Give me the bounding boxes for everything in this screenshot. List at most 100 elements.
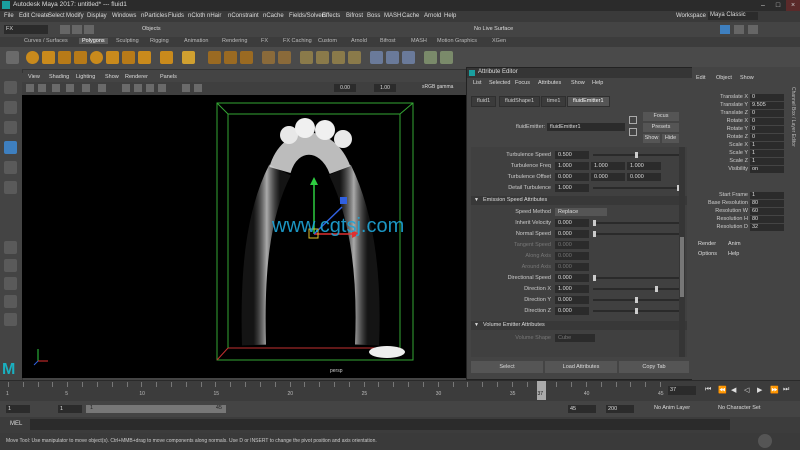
- emission-speed-section-header[interactable]: ▼ Emission Speed Attributes: [471, 196, 687, 205]
- channel-row[interactable]: Rotate Y0: [692, 126, 788, 134]
- scrollbar-thumb[interactable]: [680, 237, 684, 297]
- playback-end-field[interactable]: 45: [568, 405, 596, 413]
- shelf-tab-xgen[interactable]: XGen: [492, 38, 506, 44]
- wireframe-icon[interactable]: [122, 84, 130, 92]
- channel-value[interactable]: 1: [750, 150, 784, 157]
- new-scene-icon[interactable]: [60, 25, 70, 34]
- menu-effects[interactable]: Effects: [322, 13, 340, 19]
- step-forward-key-icon[interactable]: ⏩: [770, 386, 779, 394]
- character-set-select[interactable]: No Character Set: [718, 405, 761, 411]
- channel-row[interactable]: Translate Y 9.505: [692, 102, 788, 110]
- ae-tab-time1[interactable]: time1: [541, 96, 567, 107]
- extrude-icon[interactable]: [300, 51, 313, 64]
- channel-row[interactable]: Resolution W 60: [692, 208, 788, 216]
- camera-select-icon[interactable]: [26, 84, 34, 92]
- film-gate-icon[interactable]: [98, 84, 106, 92]
- ae-menu-help[interactable]: Help: [592, 80, 603, 86]
- gamma-field[interactable]: 1.00: [374, 84, 396, 92]
- menu-ncache[interactable]: nCache: [263, 13, 284, 19]
- shelf-tab-arnold[interactable]: Arnold: [351, 38, 367, 44]
- paint-select-icon[interactable]: [4, 121, 17, 134]
- exposure-field[interactable]: 0.00: [334, 84, 356, 92]
- menu-edit[interactable]: Edit: [19, 13, 29, 19]
- combine-icon[interactable]: [208, 51, 221, 64]
- turbulence-freq-y-field[interactable]: 1.000: [591, 162, 625, 170]
- turbulence-offset-z-field[interactable]: 0.000: [627, 173, 661, 181]
- play-backwards-icon[interactable]: ◁: [744, 386, 749, 394]
- menu-mash[interactable]: MASH: [384, 13, 401, 19]
- channel-value[interactable]: 0: [750, 126, 784, 133]
- channel-value[interactable]: 60: [750, 208, 784, 215]
- isolate-select-icon[interactable]: [194, 84, 202, 92]
- turbulence-offset-x-field[interactable]: 0.000: [555, 173, 589, 181]
- hide-button[interactable]: Hide: [662, 134, 679, 143]
- poly-cube-icon[interactable]: [42, 51, 55, 64]
- direction-y-slider[interactable]: [593, 297, 679, 303]
- bridge-icon[interactable]: [316, 51, 329, 64]
- shelf-tab-curves-surfaces[interactable]: Curves / Surfaces: [24, 38, 68, 44]
- menu-display[interactable]: Display: [87, 13, 107, 19]
- channel-box-menu-edit[interactable]: Edit: [696, 75, 705, 81]
- uv-editor-icon[interactable]: [424, 51, 437, 64]
- menu-nparticles[interactable]: nParticles: [141, 13, 167, 19]
- menu-cache[interactable]: Cache: [402, 13, 419, 19]
- svg-icon[interactable]: [182, 51, 195, 64]
- workspace-select[interactable]: Maya Classic: [708, 12, 758, 20]
- turbulence-speed-field[interactable]: 0.500: [555, 151, 589, 159]
- channel-value[interactable]: 0: [750, 110, 784, 117]
- channel-value[interactable]: 0: [750, 134, 784, 141]
- mel-input[interactable]: [30, 419, 730, 430]
- inherit-velocity-slider[interactable]: [593, 220, 679, 226]
- single-perspective-layout-icon[interactable]: [4, 241, 17, 254]
- planar-map-icon[interactable]: [440, 51, 453, 64]
- persp-graph-layout-icon[interactable]: [4, 295, 17, 308]
- channel-value[interactable]: 1: [750, 192, 784, 199]
- layer-menu-help[interactable]: Help: [728, 251, 739, 257]
- toggle-attribute-editor-icon[interactable]: [720, 25, 730, 34]
- inherit-velocity-field[interactable]: 0.000: [555, 219, 589, 227]
- ae-tab-fluidshape1[interactable]: fluidShape1: [499, 96, 541, 107]
- shelf-tab-motion-graphics[interactable]: Motion Graphics: [437, 38, 477, 44]
- shelf-tab-custom[interactable]: Custom: [318, 38, 337, 44]
- persp-outliner-layout-icon[interactable]: [4, 277, 17, 290]
- ae-tab-fluid1[interactable]: fluid1: [471, 96, 497, 107]
- menu-ncloth[interactable]: nCloth: [188, 13, 205, 19]
- emitter-disc[interactable]: [369, 346, 405, 358]
- fill-hole-icon[interactable]: [348, 51, 361, 64]
- copy-tab-button[interactable]: Copy Tab: [619, 361, 689, 373]
- current-frame-field[interactable]: 37: [668, 386, 696, 395]
- presets-button[interactable]: Presets: [643, 123, 679, 132]
- viewport-menu-panels[interactable]: Panels: [160, 74, 177, 80]
- channel-box-menu-object[interactable]: Object: [716, 75, 732, 81]
- channel-box-menu-show[interactable]: Show: [740, 75, 754, 81]
- menu-arnold[interactable]: Arnold: [424, 13, 441, 19]
- playback-start-field[interactable]: 1: [58, 405, 82, 413]
- channel-value[interactable]: 32: [750, 224, 784, 231]
- shelf-tab-fx[interactable]: FX: [261, 38, 268, 44]
- node-name-field[interactable]: fluidEmitter1: [547, 123, 625, 131]
- lighting-icon[interactable]: [158, 84, 166, 92]
- turbulence-speed-slider[interactable]: [593, 152, 679, 158]
- step-back-key-icon[interactable]: ⏪: [718, 386, 727, 394]
- smooth-shade-icon[interactable]: [134, 84, 142, 92]
- grid-toggle-icon[interactable]: [82, 84, 90, 92]
- edge-loop-icon[interactable]: [402, 51, 415, 64]
- poly-cylinder-icon[interactable]: [58, 51, 71, 64]
- play-forwards-icon[interactable]: ▶: [757, 386, 762, 394]
- viewport-menu-view[interactable]: View: [28, 74, 40, 80]
- target-weld-icon[interactable]: [386, 51, 399, 64]
- open-scene-icon[interactable]: [72, 25, 82, 34]
- menu-nhair[interactable]: nHair: [207, 13, 221, 19]
- channel-row[interactable]: Visibility on: [692, 166, 788, 174]
- textured-icon[interactable]: [146, 84, 154, 92]
- shelf-tab-rigging[interactable]: Rigging: [150, 38, 169, 44]
- poly-plane-icon[interactable]: [106, 51, 119, 64]
- rotate-tool-icon[interactable]: [4, 161, 17, 174]
- ae-menu-focus[interactable]: Focus: [515, 80, 530, 86]
- turbulence-offset-y-field[interactable]: 0.000: [591, 173, 625, 181]
- start-frame-field[interactable]: 1: [6, 405, 30, 413]
- channel-row[interactable]: Rotate Z0: [692, 134, 788, 142]
- shelf-settings-icon[interactable]: [6, 51, 19, 64]
- ae-menu-attributes[interactable]: Attributes: [538, 80, 561, 86]
- move-tool-icon[interactable]: [4, 141, 17, 154]
